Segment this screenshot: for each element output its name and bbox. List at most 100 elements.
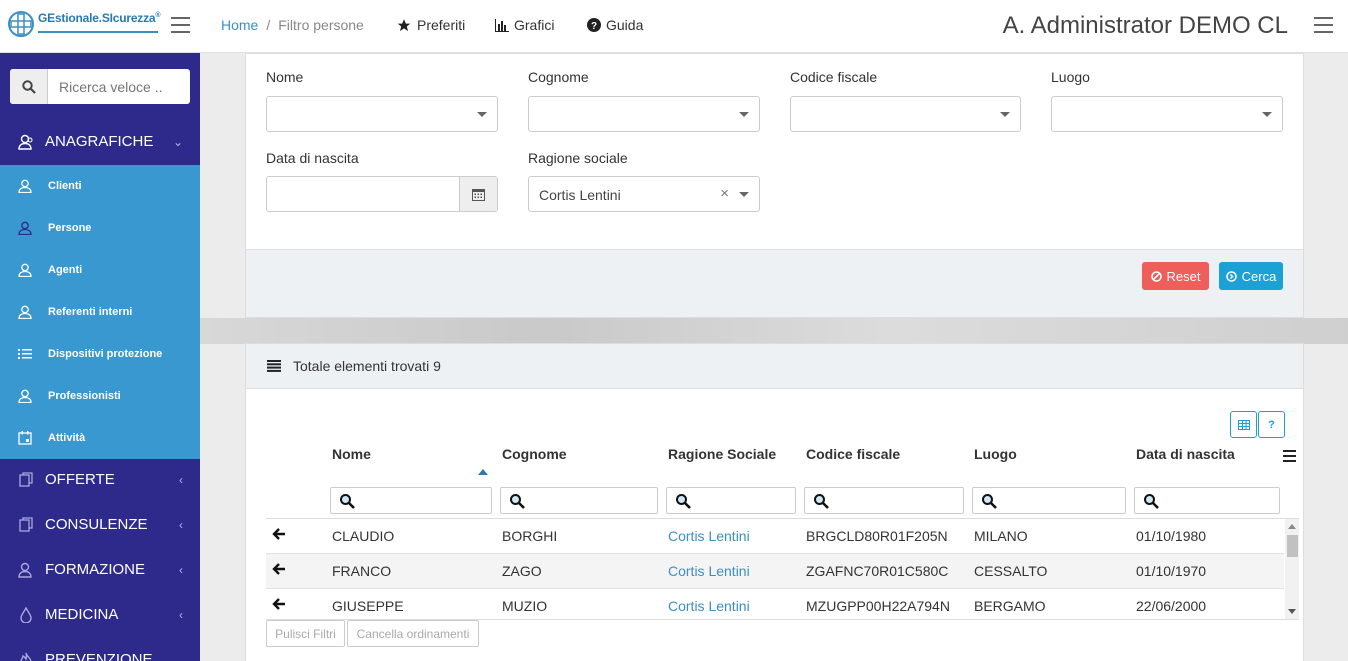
- search-icon: [814, 493, 829, 509]
- scroll-up-icon[interactable]: [1288, 524, 1296, 529]
- menu-consulenze[interactable]: CONSULENZE ‹: [0, 502, 200, 547]
- users-outline-icon: [18, 134, 33, 150]
- list-icon: [267, 360, 281, 372]
- svg-text:?: ?: [591, 21, 597, 32]
- bar-chart-icon: [495, 18, 509, 32]
- menu-formazione[interactable]: FORMAZIONE ‹: [0, 547, 200, 592]
- list-icon: [18, 349, 32, 359]
- app-logo[interactable]: GEstionale.SIcurezza®: [8, 9, 164, 39]
- caret-down-icon: [1000, 112, 1010, 117]
- menu-anagrafiche[interactable]: ANAGRAFICHE ⌄: [0, 119, 200, 164]
- clear-sorting-button[interactable]: Cancella ordinamenti: [347, 620, 479, 647]
- column-header-cognome[interactable]: Cognome: [502, 446, 567, 462]
- caret-down-icon: [739, 192, 749, 197]
- cognome-label: Cognome: [528, 69, 589, 85]
- submenu-anagrafiche: Clienti Persone Agenti Referenti interni…: [0, 165, 200, 459]
- column-header-nome[interactable]: Nome: [332, 446, 371, 462]
- chevron-left-icon: ‹: [179, 562, 183, 577]
- filter-nome-input[interactable]: [330, 487, 492, 514]
- filter-luogo-input[interactable]: [972, 487, 1126, 514]
- filter-panel: Nome Cognome Codice fiscale Luogo Data d…: [245, 53, 1304, 318]
- search-button[interactable]: Cerca: [1219, 262, 1283, 290]
- codice-fiscale-select[interactable]: [790, 96, 1021, 132]
- table-row[interactable]: CLAUDIO BORGHI Cortis Lentini BRGCLD80R0…: [266, 519, 1284, 554]
- user-icon: [18, 305, 32, 319]
- drop-icon: [20, 606, 32, 623]
- caret-down-icon: [1262, 112, 1272, 117]
- table-view-button[interactable]: [1230, 411, 1257, 438]
- nav-preferiti-link[interactable]: Preferiti: [396, 17, 465, 33]
- fire-icon: [20, 652, 32, 661]
- calendar-icon: [472, 188, 485, 201]
- sidebar-item-attivita[interactable]: Attività: [0, 417, 200, 459]
- sidebar-item-professionisti[interactable]: Professionisti: [0, 375, 200, 417]
- star-icon: [397, 18, 411, 31]
- chevron-left-icon: ‹: [179, 472, 183, 487]
- sidebar-item-clienti[interactable]: Clienti: [0, 165, 200, 207]
- date-picker-button[interactable]: [459, 177, 497, 211]
- arrow-left-icon[interactable]: [272, 527, 286, 541]
- column-menu-button[interactable]: [1283, 450, 1296, 465]
- filter-ragione-sociale-input[interactable]: [666, 487, 796, 514]
- calendar-icon: [18, 431, 32, 445]
- nav-guida-link[interactable]: ? Guida: [587, 17, 643, 33]
- user-icon: [18, 389, 32, 403]
- cognome-select[interactable]: [528, 96, 760, 132]
- sidebar-item-persone[interactable]: Persone: [0, 207, 200, 249]
- arrow-left-icon[interactable]: [272, 562, 286, 576]
- column-header-ragione-sociale[interactable]: Ragione Sociale: [668, 446, 776, 462]
- logo-underline-icon: [38, 31, 158, 33]
- scroll-down-icon[interactable]: [1288, 609, 1296, 614]
- filter-cognome-input[interactable]: [500, 487, 658, 514]
- top-bar: GEstionale.SIcurezza® Home / Filtro person…: [0, 0, 1348, 53]
- quick-search: [10, 69, 190, 104]
- user-icon: [18, 179, 32, 193]
- copy-icon: [18, 517, 33, 532]
- clear-selection-icon[interactable]: ×: [720, 185, 729, 202]
- chevron-down-icon: ⌄: [172, 134, 183, 149]
- codice-fiscale-label: Codice fiscale: [790, 69, 878, 85]
- help-button[interactable]: ?: [1258, 411, 1285, 438]
- column-header-data-nascita[interactable]: Data di nascita: [1136, 446, 1235, 462]
- filter-data-nascita-input[interactable]: [1134, 487, 1280, 514]
- ragione-sociale-link[interactable]: Cortis Lentini: [668, 528, 750, 544]
- quick-search-input[interactable]: [48, 69, 188, 104]
- table-scrollbar[interactable]: [1285, 519, 1299, 619]
- data-nascita-input[interactable]: [266, 176, 498, 212]
- quick-search-button[interactable]: [10, 69, 48, 104]
- logo-text: GEstionale.SIcurezza®: [38, 11, 161, 25]
- users-outline-icon: [18, 562, 32, 578]
- table-row[interactable]: FRANCO ZAGO Cortis Lentini ZGAFNC70R01C5…: [266, 554, 1284, 589]
- menu-medicina[interactable]: MEDICINA ‹: [0, 592, 200, 637]
- breadcrumb-home-link[interactable]: Home: [221, 17, 258, 33]
- chevron-left-icon: ‹: [179, 607, 183, 622]
- filter-codice-fiscale-input[interactable]: [804, 487, 964, 514]
- ragione-sociale-select[interactable]: Cortis Lentini ×: [528, 176, 760, 212]
- background-map-strip: [200, 318, 1348, 344]
- nav-grafici-link[interactable]: Grafici: [495, 17, 554, 33]
- ragione-sociale-link[interactable]: Cortis Lentini: [668, 598, 750, 614]
- column-header-luogo[interactable]: Luogo: [974, 446, 1017, 462]
- column-header-codice-fiscale[interactable]: Codice fiscale: [806, 446, 900, 462]
- results-count: Totale elementi trovati 9: [293, 358, 441, 374]
- ragione-sociale-link[interactable]: Cortis Lentini: [668, 563, 750, 579]
- sidebar-item-agenti[interactable]: Agenti: [0, 249, 200, 291]
- sidebar-item-dispositivi-protezione[interactable]: Dispositivi protezione: [0, 333, 200, 375]
- menu-prevenzione[interactable]: PREVENZIONE: [0, 637, 200, 661]
- reset-button[interactable]: Reset: [1142, 262, 1209, 290]
- luogo-select[interactable]: [1051, 96, 1283, 132]
- scroll-thumb[interactable]: [1287, 535, 1298, 557]
- arrow-left-icon[interactable]: [272, 597, 286, 611]
- table-row[interactable]: GIUSEPPE MUZIO Cortis Lentini MZUGPP00H2…: [266, 589, 1284, 619]
- user-icon: [18, 263, 32, 277]
- menu-offerte[interactable]: OFFERTE ‹: [0, 457, 200, 502]
- ragione-sociale-value: Cortis Lentini: [539, 187, 621, 203]
- table-icon: [1237, 419, 1250, 430]
- right-menu-toggle-button[interactable]: [1314, 17, 1333, 33]
- sidebar-item-referenti-interni[interactable]: Referenti interni: [0, 291, 200, 333]
- user-name-menu[interactable]: A. Administrator DEMO CL: [1003, 12, 1288, 40]
- clear-filters-button[interactable]: Pulisci Filtri: [266, 620, 345, 647]
- nome-select[interactable]: [266, 96, 498, 132]
- sidebar-toggle-button[interactable]: [171, 17, 190, 33]
- ban-icon: [1150, 270, 1162, 282]
